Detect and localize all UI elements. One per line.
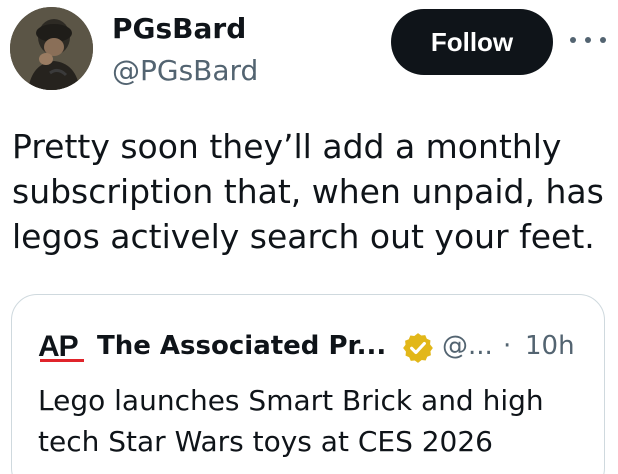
quoted-author-name[interactable]: The Associated Pr...: [97, 328, 386, 364]
tweet-text: Pretty soon they’ll add a monthly subscr…: [12, 127, 604, 256]
avatar[interactable]: [10, 7, 93, 90]
author-handle[interactable]: @PGsBard: [112, 54, 258, 88]
author-display-name[interactable]: PGsBard: [112, 12, 246, 46]
follow-button[interactable]: Follow: [391, 9, 553, 75]
ap-logo-underline: [40, 359, 84, 362]
quoted-tweet-text: Lego launches Smart Brick and high tech …: [38, 384, 544, 458]
more-dot: [585, 37, 591, 43]
avatar-image: [10, 7, 93, 90]
quoted-timestamp[interactable]: 10h: [525, 328, 575, 364]
separator-dot: ·: [503, 331, 512, 361]
more-options-icon[interactable]: [570, 30, 606, 50]
more-dot: [570, 37, 576, 43]
ap-logo-text: AP: [38, 330, 78, 363]
verified-badge-icon: [403, 333, 433, 363]
quoted-author-handle[interactable]: @...: [442, 328, 493, 364]
more-dot: [600, 37, 606, 43]
ap-logo: AP: [38, 330, 84, 363]
